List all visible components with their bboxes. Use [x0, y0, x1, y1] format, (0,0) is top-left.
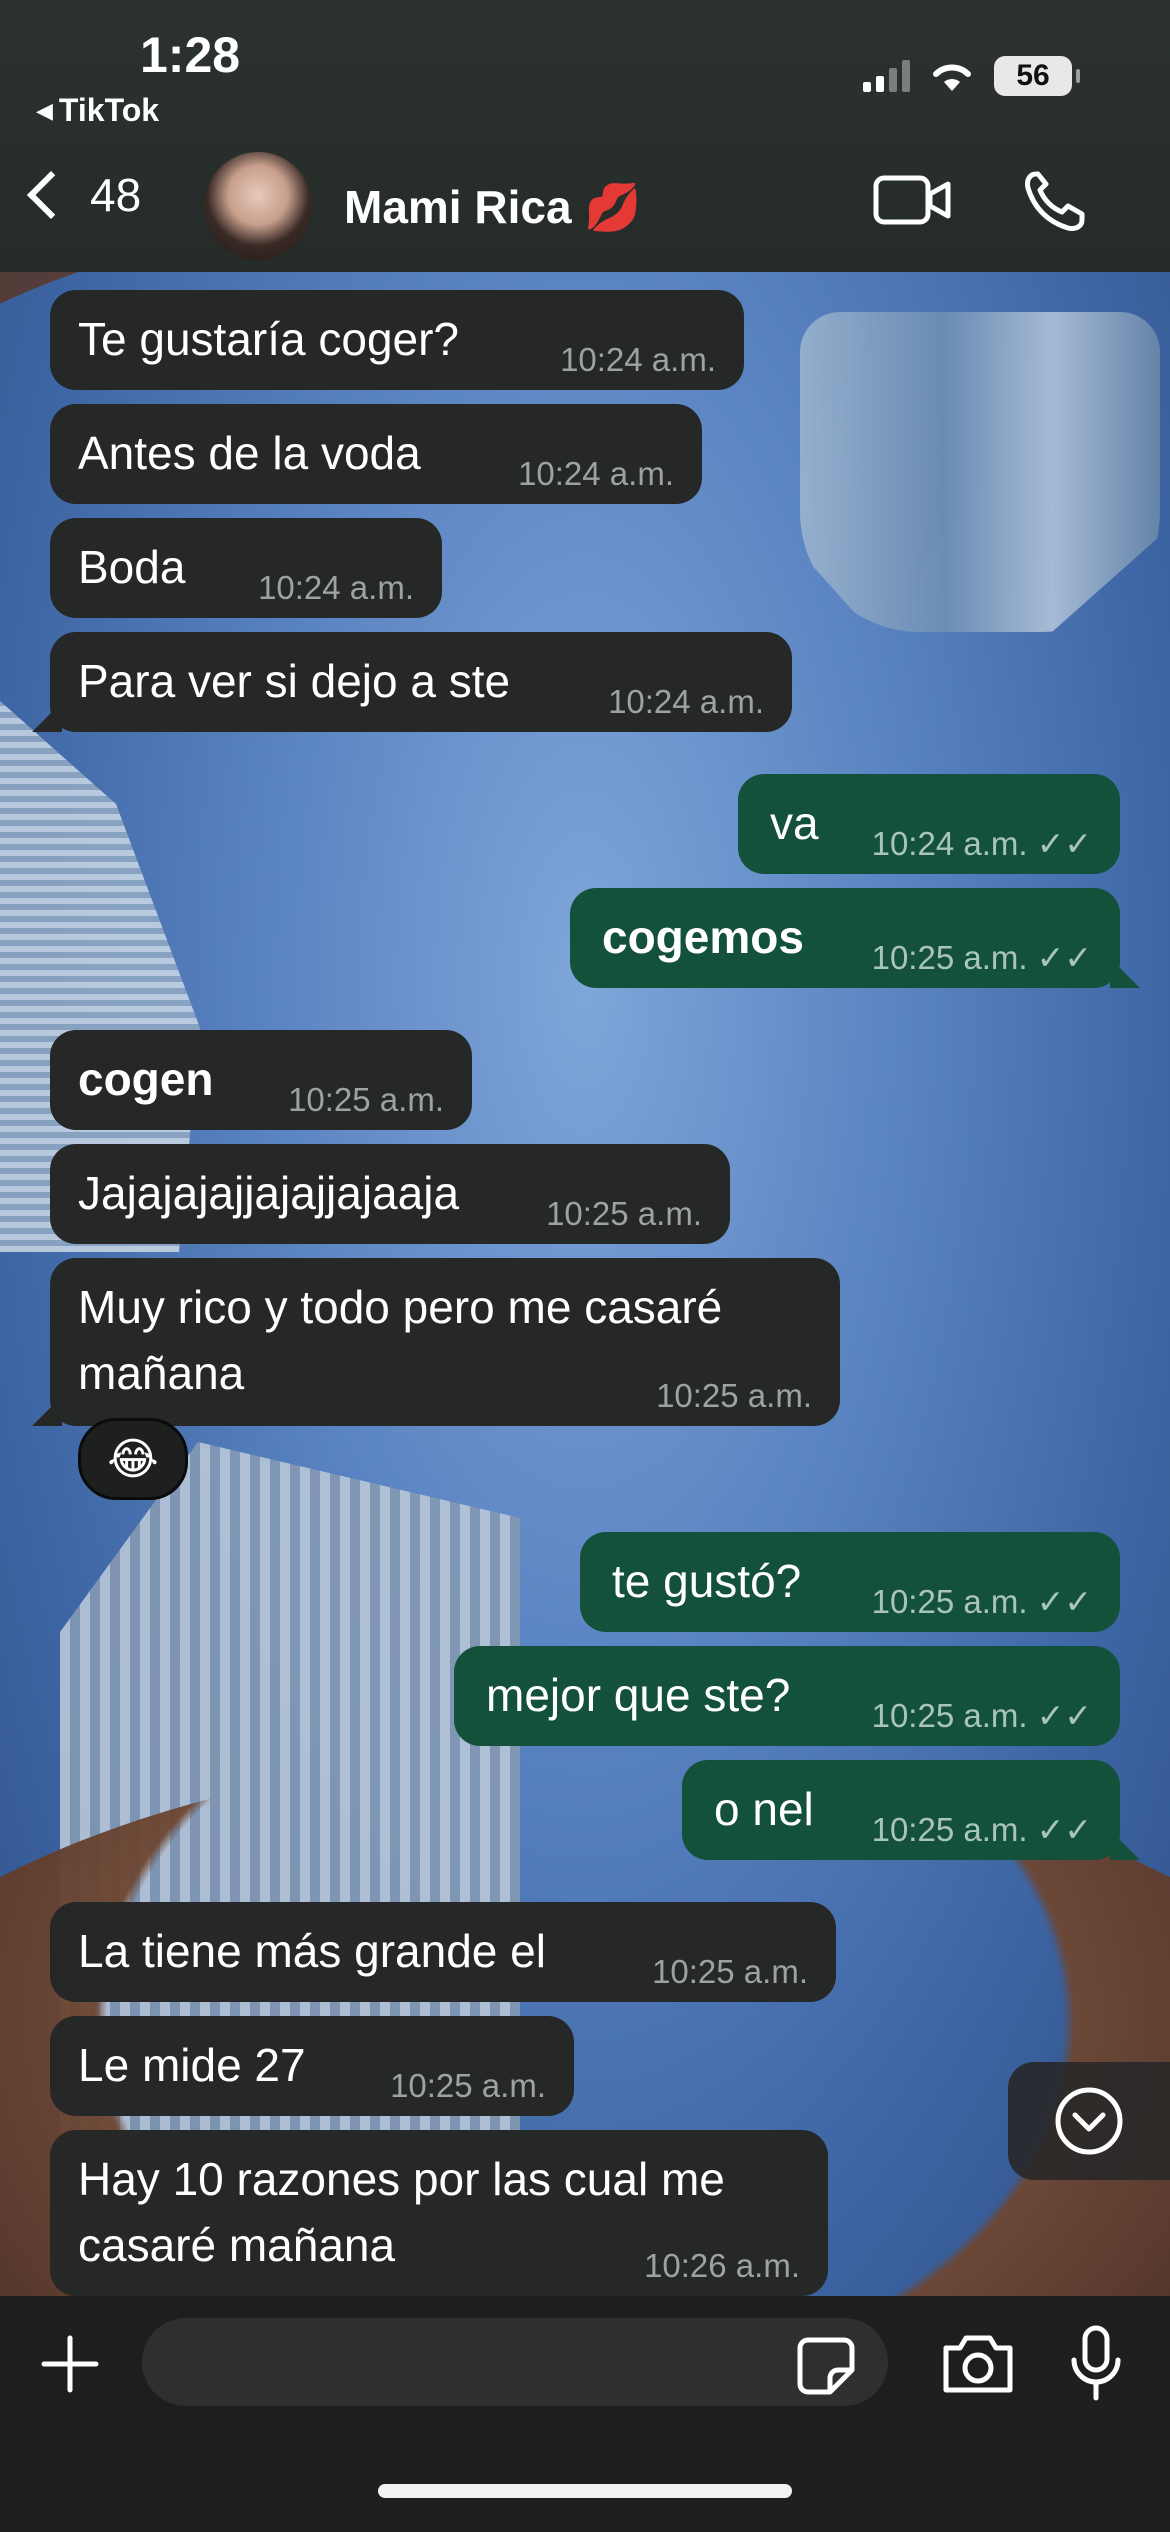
message-incoming[interactable]: Te gustaría coger? 10:24 a.m. — [50, 290, 744, 390]
reaction-badge[interactable]: 😂 — [78, 1418, 188, 1500]
back-chevron-icon — [26, 170, 76, 220]
chevron-down-circle-icon — [1055, 2087, 1123, 2155]
status-icons: 56 — [863, 56, 1080, 96]
signal-icon — [863, 60, 910, 92]
status-time: 1:28 — [140, 27, 241, 83]
back-button[interactable]: 48 — [22, 168, 141, 222]
message-text: Boda — [78, 541, 186, 593]
message-text-line-2: casaré mañana — [78, 2219, 396, 2271]
message-outgoing[interactable]: cogemos 10:25 a.m. ✓✓ — [570, 888, 1120, 988]
message-incoming[interactable]: cogen 10:25 a.m. — [50, 1030, 472, 1130]
message-text-line-2: mañana — [78, 1347, 245, 1399]
wifi-icon — [933, 64, 971, 91]
message-incoming[interactable]: Le mide 27 10:25 a.m. — [50, 2016, 574, 2116]
camera-icon[interactable] — [940, 2332, 1016, 2396]
message-outgoing[interactable]: mejor que ste? 10:25 a.m. ✓✓ — [454, 1646, 1120, 1746]
message-time: 10:24 a.m. — [560, 341, 716, 378]
message-text: mejor que ste? — [486, 1669, 791, 1721]
chat-header: 1:28 ◀ TikTok 56 48 Mami Rica 💋 — [0, 0, 1170, 272]
contact-avatar[interactable] — [204, 152, 312, 260]
message-text: te gustó? — [612, 1555, 802, 1607]
message-time: 10:25 a.m. ✓✓ — [871, 1811, 1092, 1848]
microphone-icon[interactable] — [1068, 2324, 1124, 2404]
message-time: 10:26 a.m. — [644, 2247, 800, 2284]
phone-call-icon[interactable] — [1020, 168, 1090, 234]
sticker-icon[interactable] — [796, 2336, 856, 2396]
message-time: 10:25 a.m. ✓✓ — [871, 1583, 1092, 1620]
message-incoming[interactable]: Muy rico y todo pero me casaré mañana 10… — [50, 1258, 840, 1426]
message-text: o nel — [714, 1783, 814, 1835]
message-time: 10:25 a.m. ✓✓ — [871, 939, 1092, 976]
back-app-label: TikTok — [58, 92, 160, 128]
message-time: 10:25 a.m. — [288, 1081, 444, 1118]
message-outgoing[interactable]: te gustó? 10:25 a.m. ✓✓ — [580, 1532, 1120, 1632]
message-text: Te gustaría coger? — [78, 313, 460, 365]
message-text: Le mide 27 — [78, 2039, 306, 2091]
message-incoming[interactable]: Antes de la voda 10:24 a.m. — [50, 404, 702, 504]
message-outgoing[interactable]: o nel 10:25 a.m. ✓✓ — [682, 1760, 1120, 1860]
message-time: 10:24 a.m. — [258, 569, 414, 606]
back-to-app-link[interactable]: ◀ TikTok — [36, 92, 159, 129]
wallpaper-tower-right — [800, 312, 1160, 632]
message-time: 10:25 a.m. — [546, 1195, 702, 1232]
message-text: La tiene más grande el — [78, 1925, 546, 1977]
message-input[interactable] — [142, 2318, 888, 2406]
plus-icon[interactable] — [40, 2334, 100, 2394]
unread-count: 48 — [90, 169, 142, 221]
message-text: Para ver si dejo a ste — [78, 655, 511, 707]
message-text: Antes de la voda — [78, 427, 421, 479]
home-indicator[interactable] — [378, 2484, 792, 2498]
message-incoming[interactable]: Jajajajajjajajjajaaja 10:25 a.m. — [50, 1144, 730, 1244]
message-text: cogen — [78, 1053, 214, 1105]
message-incoming[interactable]: Boda 10:24 a.m. — [50, 518, 442, 618]
contact-name[interactable]: Mami Rica 💋 — [344, 180, 642, 235]
back-triangle-icon: ◀ — [36, 97, 53, 123]
message-text-line-1: Muy rico y todo pero me casaré — [78, 1281, 723, 1333]
message-time: 10:24 a.m. — [518, 455, 674, 492]
scroll-to-bottom-button[interactable] — [1008, 2062, 1170, 2180]
message-time: 10:24 a.m. — [608, 683, 764, 720]
message-outgoing[interactable]: va 10:24 a.m. ✓✓ — [738, 774, 1120, 874]
message-time: 10:25 a.m. — [652, 1953, 808, 1990]
message-text: cogemos — [602, 911, 804, 963]
message-incoming[interactable]: La tiene más grande el 10:25 a.m. — [50, 1902, 836, 2002]
message-incoming[interactable]: Para ver si dejo a ste 10:24 a.m. — [50, 632, 792, 732]
video-call-icon[interactable] — [872, 170, 952, 230]
message-text: va — [770, 797, 819, 849]
message-time: 10:25 a.m. ✓✓ — [871, 1697, 1092, 1734]
message-incoming[interactable]: Hay 10 razones por las cual me casaré ma… — [50, 2130, 828, 2296]
message-time: 10:25 a.m. — [656, 1377, 812, 1414]
message-text: Jajajajajjajajjajaaja — [78, 1167, 460, 1219]
battery-icon: 56 — [994, 56, 1080, 96]
message-time: 10:25 a.m. — [390, 2067, 546, 2104]
battery-level: 56 — [1016, 59, 1050, 92]
message-time: 10:24 a.m. ✓✓ — [871, 825, 1092, 862]
message-text-line-1: Hay 10 razones por las cual me — [78, 2153, 725, 2205]
